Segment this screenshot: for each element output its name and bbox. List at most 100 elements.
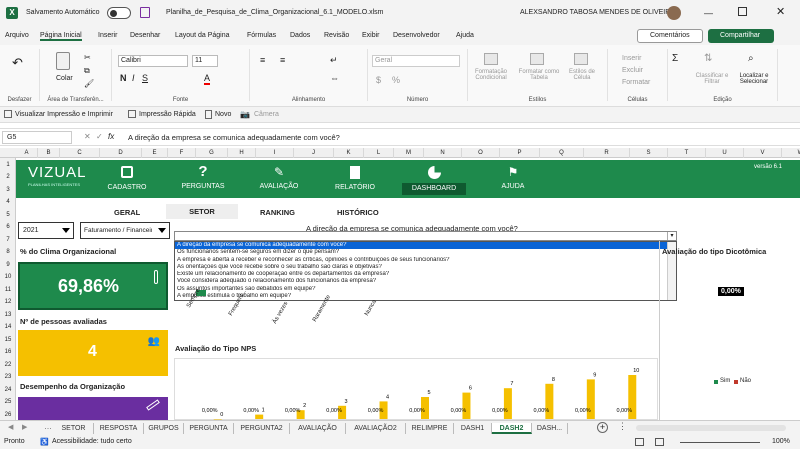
cancel-icon[interactable]: ✕ [84, 132, 91, 141]
print-preview-icon[interactable] [4, 110, 12, 118]
insert-button[interactable]: Inserir [622, 55, 641, 62]
menu-desenhar[interactable]: Desenhar [130, 32, 160, 39]
font-name-select[interactable]: Calibri [118, 55, 188, 67]
menu-pagina-inicial[interactable]: Página Inicial [40, 32, 82, 41]
column-header[interactable]: O [462, 148, 500, 158]
nav-cadastro[interactable]: CADASTRO [96, 160, 158, 198]
sheet-options-icon[interactable]: ⋮ [618, 421, 627, 432]
subtab-historico[interactable]: HISTÓRICO [337, 208, 379, 217]
row-header[interactable]: 5 [0, 209, 16, 221]
column-header[interactable]: R [584, 148, 630, 158]
cell-styles-button[interactable]: Estilos de Célula [564, 69, 600, 81]
quick-print-icon[interactable] [128, 110, 136, 118]
menu-layout[interactable]: Layout da Página [175, 32, 230, 39]
new-icon[interactable] [205, 110, 212, 119]
year-select[interactable]: 2021 [18, 222, 74, 239]
accessibility-icon[interactable]: ♿ [40, 438, 49, 446]
question-option[interactable]: Você considera adequado o relacionamento… [175, 278, 676, 285]
sort-filter-icon[interactable]: ⇅ [704, 53, 712, 64]
avatar[interactable] [667, 6, 681, 20]
percent-icon[interactable]: % [392, 75, 400, 85]
column-header[interactable]: N [424, 148, 462, 158]
column-header[interactable]: Q [540, 148, 584, 158]
formula-input[interactable]: A direção da empresa se comunica adequad… [128, 133, 340, 142]
menu-ajuda[interactable]: Ajuda [456, 32, 474, 39]
sort-filter-button[interactable]: Classificar e Filtrar [692, 73, 732, 85]
nav-ajuda[interactable]: ⚑ AJUDA [482, 160, 544, 198]
column-header[interactable]: F [168, 148, 196, 158]
column-header[interactable]: K [334, 148, 364, 158]
column-header[interactable]: H [228, 148, 256, 158]
row-header[interactable]: 13 [0, 309, 16, 321]
sheet-tab[interactable]: PERGUNTA [184, 423, 234, 434]
column-header[interactable]: V [744, 148, 782, 158]
cond-format-icon[interactable] [484, 53, 498, 65]
camera-icon[interactable]: 📷 [240, 110, 250, 119]
nav-dashboard[interactable]: DASHBOARD [396, 160, 472, 198]
row-header[interactable]: 2 [0, 171, 16, 183]
column-header[interactable]: L [364, 148, 394, 158]
row-header[interactable]: 23 [0, 371, 16, 383]
align-center-icon[interactable]: ≡ [280, 55, 285, 65]
column-header[interactable]: E [142, 148, 168, 158]
sheet-tab[interactable]: RESPOSTA [94, 423, 144, 434]
underline-icon[interactable]: S [142, 73, 148, 83]
align-top-icon[interactable]: ≡ [260, 55, 265, 65]
question-combo[interactable]: ▾ [174, 231, 677, 241]
page-layout-icon[interactable] [655, 438, 664, 446]
row-header[interactable]: 25 [0, 396, 16, 408]
row-header[interactable]: 10 [0, 271, 16, 283]
question-option[interactable]: Os funcionários sentem-se seguros em diz… [175, 249, 676, 256]
format-painter-icon[interactable]: 🖌 [84, 79, 94, 88]
menu-desenvolvedor[interactable]: Desenvolvedor [393, 32, 440, 39]
close-icon[interactable]: ✕ [776, 5, 785, 18]
font-color-icon[interactable]: A [204, 73, 211, 85]
row-header[interactable]: 15 [0, 334, 16, 346]
bold-icon[interactable]: N [120, 73, 127, 83]
fx-icon[interactable]: fx [108, 132, 114, 141]
merge-icon[interactable]: ⇔ [330, 73, 339, 83]
format-table-icon[interactable] [530, 53, 544, 65]
row-header[interactable]: 22 [0, 359, 16, 371]
column-header[interactable]: U [706, 148, 744, 158]
row-header[interactable]: 4 [0, 196, 16, 208]
wrap-text-icon[interactable]: ↵ [330, 55, 338, 66]
delete-button[interactable]: Excluir [622, 67, 643, 74]
sheet-tab[interactable]: AVALIAÇÃO [290, 423, 346, 434]
column-header[interactable]: P [500, 148, 540, 158]
row-header[interactable]: 3 [0, 184, 16, 196]
accessibility-status[interactable]: Acessibilidade: tudo certo [52, 438, 132, 445]
cell-styles-icon[interactable] [574, 53, 588, 65]
row-header[interactable]: 12 [0, 296, 16, 308]
maximize-icon[interactable] [738, 7, 747, 16]
chevron-down-icon[interactable]: ▾ [667, 232, 676, 240]
sheet-tab[interactable]: RELIMPRE [406, 423, 454, 434]
number-format-select[interactable]: Geral [372, 55, 460, 67]
camera-button[interactable]: Câmera [254, 111, 279, 118]
nav-relatorio[interactable]: RELATÓRIO [320, 160, 390, 198]
column-header[interactable]: J [294, 148, 334, 158]
format-button[interactable]: Formatar [622, 79, 650, 86]
share-button[interactable]: Compartilhar [708, 29, 774, 43]
find-select-icon[interactable]: ⌕ [748, 53, 754, 64]
new-button[interactable]: Novo [215, 111, 231, 118]
add-sheet-icon[interactable]: + [597, 422, 608, 433]
row-header[interactable]: 9 [0, 259, 16, 271]
format-table-button[interactable]: Formatar como Tabela [516, 69, 562, 81]
nav-avaliacao[interactable]: ✎ AVALIAÇÃO [244, 160, 314, 198]
column-header[interactable]: A [16, 148, 38, 158]
column-header[interactable]: W [782, 148, 800, 158]
row-header[interactable]: 1 [0, 159, 16, 171]
paste-icon[interactable] [56, 52, 70, 70]
currency-icon[interactable]: $ [376, 75, 381, 85]
question-option[interactable]: A empresa estimula o trabalho em equipe? [175, 293, 676, 300]
normal-view-icon[interactable] [635, 438, 644, 446]
column-header[interactable]: M [394, 148, 424, 158]
name-box[interactable]: G5 [2, 131, 72, 144]
menu-formulas[interactable]: Fórmulas [247, 32, 276, 39]
font-size-select[interactable]: 11 [192, 55, 218, 67]
question-option[interactable]: A direção da empresa se comunica adequad… [175, 242, 676, 250]
hscrollbar[interactable] [636, 425, 786, 431]
row-header[interactable]: 11 [0, 284, 16, 296]
subtab-geral[interactable]: GERAL [114, 208, 140, 217]
